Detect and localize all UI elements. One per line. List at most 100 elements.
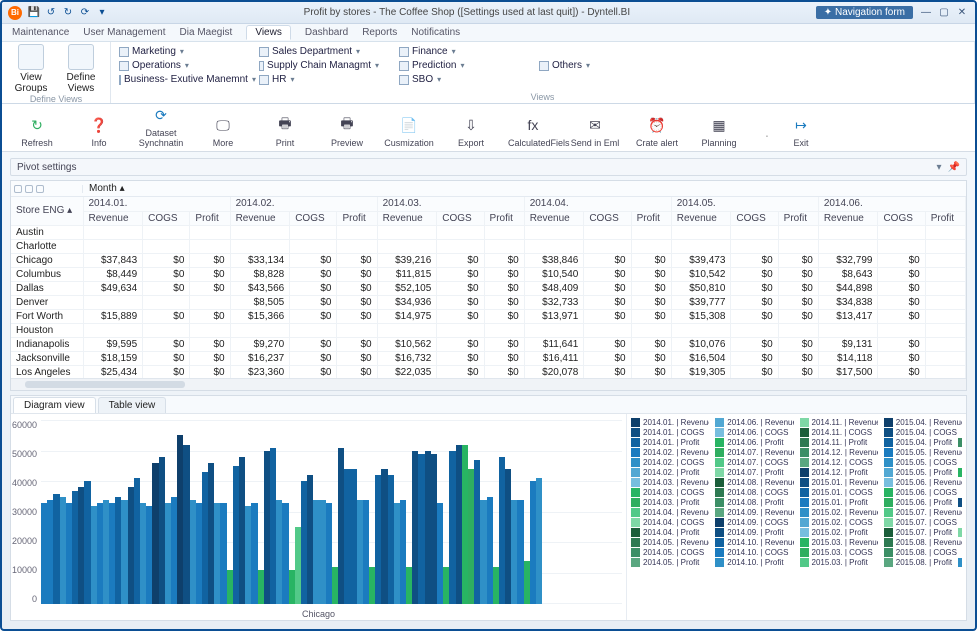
legend-item[interactable]: 2014.05. | Profit [631, 558, 709, 567]
table-row[interactable]: Fort Worth$15,889$0$0$15,366$0$0$14,975$… [11, 309, 966, 323]
sub-header-cogs[interactable]: COGS [731, 211, 778, 225]
table-row[interactable]: Jacksonville$18,159$0$0$16,237$0$0$16,73… [11, 351, 966, 365]
toolbar-crate-alert[interactable]: ⏰Crate alert [632, 114, 682, 148]
legend-item[interactable]: 2014.01. | COGS [631, 428, 709, 437]
legend-item[interactable]: 2014.11. | Profit [800, 438, 878, 447]
toolbar-send-in-eml[interactable]: ✉Send in Eml [570, 114, 620, 148]
navigation-form-button[interactable]: ✦ Navigation form [816, 6, 913, 19]
toolbar-preview[interactable]: 🖶Preview [322, 114, 372, 148]
legend-item[interactable]: 2015.05. | COGS201 [884, 458, 962, 467]
maximize-icon[interactable]: ▢ [937, 7, 951, 19]
legend-item[interactable]: 2014.04. | Profit [631, 528, 709, 537]
sub-header-revenue[interactable]: Revenue [230, 211, 290, 225]
chart-bar[interactable] [536, 478, 542, 604]
minimize-icon[interactable]: — [919, 7, 933, 19]
legend-item[interactable]: 2014.05. | Revenue [631, 538, 709, 547]
legend-item[interactable]: 2014.12. | COGS [800, 458, 878, 467]
legend-item[interactable]: 2014.04. | Revenue [631, 508, 709, 517]
sub-header-profit[interactable]: Profit [778, 211, 818, 225]
toolbar-more[interactable]: 🖵More [198, 114, 248, 148]
qat-redo-icon[interactable]: ↻ [62, 7, 74, 19]
legend-item[interactable]: 2015.07. | Revenue201 [884, 508, 962, 517]
toolbar-print[interactable]: 🖶Print [260, 114, 310, 148]
table-row[interactable]: Dallas$49,634$0$0$43,566$0$0$52,105$0$0$… [11, 281, 966, 295]
filter-dot[interactable] [25, 185, 33, 193]
table-row[interactable]: Denver$8,505$0$0$34,936$0$0$32,733$0$0$3… [11, 295, 966, 309]
table-row[interactable]: Los Angeles$25,434$0$0$23,360$0$0$22,035… [11, 365, 966, 378]
legend-item[interactable]: 2014.06. | Revenue [715, 418, 793, 427]
legend-item[interactable]: 2014.08. | COGS [715, 488, 793, 497]
collapse-icon[interactable]: ▾ [937, 162, 942, 173]
table-row[interactable]: Houston [11, 323, 966, 337]
table-row[interactable]: Columbus$8,449$0$0$8,828$0$0$11,815$0$0$… [11, 267, 966, 281]
sub-header-revenue[interactable]: Revenue [524, 211, 584, 225]
legend-item[interactable]: 2014.10. | COGS [715, 548, 793, 557]
menu-tab-user-management[interactable]: User Management [83, 27, 165, 38]
legend-item[interactable]: 2015.03. | Profit [800, 558, 878, 567]
sub-header-cogs[interactable]: COGS [878, 211, 925, 225]
qat-undo-icon[interactable]: ↺ [45, 7, 57, 19]
legend-item[interactable]: 2014.07. | Revenue [715, 448, 793, 457]
legend-item[interactable]: 2014.10. | Revenue [715, 538, 793, 547]
legend-item[interactable]: 2014.07. | Profit [715, 468, 793, 477]
legend-item[interactable]: 2014.09. | Revenue [715, 508, 793, 517]
sub-header-cogs[interactable]: COGS [584, 211, 631, 225]
legend-item[interactable]: 2015.08. | Revenue201 [884, 538, 962, 547]
toolbar-exit[interactable]: ↦Exit [776, 114, 826, 148]
legend-item[interactable]: 2014.10. | Profit [715, 558, 793, 567]
sub-header-cogs[interactable]: COGS [437, 211, 484, 225]
legend-item[interactable]: 2015.07. | COGS201 [884, 518, 962, 527]
menu-tab-maintenance[interactable]: Maintenance [12, 27, 69, 38]
menu-tab-reports[interactable]: Reports [362, 27, 397, 38]
close-icon[interactable]: ✕ [955, 7, 969, 19]
menu-tab-dashbard[interactable]: Dashbard [305, 27, 348, 38]
pin-icon[interactable]: 📌 [948, 162, 960, 173]
ribbon-link-prediction[interactable]: Prediction▾ [399, 60, 519, 71]
legend-item[interactable]: 2014.02. | COGS [631, 458, 709, 467]
legend-item[interactable]: 2015.04. | Revenue201 [884, 418, 962, 427]
ribbon-link-marketing[interactable]: Marketing▾ [119, 46, 239, 57]
legend-item[interactable]: 2014.08. | Profit [715, 498, 793, 507]
month-col-header[interactable]: 2014.05. [671, 197, 818, 211]
define-views-button[interactable]: Define Views [60, 44, 102, 94]
legend-item[interactable]: 2015.02. | COGS [800, 518, 878, 527]
legend-item[interactable]: 2015.06. | Revenue201 [884, 478, 962, 487]
month-col-header[interactable]: 2014.06. [818, 197, 965, 211]
legend-item[interactable]: 2015.02. | Revenue [800, 508, 878, 517]
legend-item[interactable]: 2015.02. | Profit [800, 528, 878, 537]
qat-dropdown-icon[interactable]: ▾ [96, 7, 108, 19]
menu-tab-views[interactable]: Views [246, 25, 291, 40]
toolbar-dataset-synchnatin[interactable]: ⟳Dataset Synchnatin [136, 104, 186, 148]
month-col-header[interactable]: 2014.04. [524, 197, 671, 211]
legend-item[interactable]: 2014.02. | Profit [631, 468, 709, 477]
legend-item[interactable]: 2014.09. | Profit [715, 528, 793, 537]
qat-save-icon[interactable]: 💾 [28, 7, 40, 19]
legend-item[interactable]: 2015.01. | Profit [800, 498, 878, 507]
month-col-header[interactable]: 2014.03. [377, 197, 524, 211]
legend-item[interactable]: 2015.05. | Revenue201 [884, 448, 962, 457]
sub-header-cogs[interactable]: COGS [143, 211, 190, 225]
scrollbar-thumb[interactable] [25, 381, 185, 388]
qat-refresh-icon[interactable]: ⟳ [79, 7, 91, 19]
legend-item[interactable]: 2015.03. | COGS [800, 548, 878, 557]
legend-item[interactable]: 2014.11. | COGS [800, 428, 878, 437]
sub-header-revenue[interactable]: Revenue [83, 211, 143, 225]
tab-table-view[interactable]: Table view [98, 397, 167, 413]
toolbar-planning[interactable]: ▦Planning [694, 114, 744, 148]
ribbon-link-hr[interactable]: HR▾ [259, 74, 379, 85]
legend-item[interactable]: 2014.03. | COGS [631, 488, 709, 497]
legend-item[interactable]: 2014.06. | Profit [715, 438, 793, 447]
pivot-settings-header[interactable]: Pivot settings ▾📌 [10, 158, 967, 176]
sub-header-profit[interactable]: Profit [484, 211, 524, 225]
legend-item[interactable]: 2015.01. | COGS [800, 488, 878, 497]
legend-item[interactable]: 2015.04. | Profit201 [884, 438, 962, 447]
ribbon-link-sbo[interactable]: SBO▾ [399, 74, 519, 85]
legend-item[interactable]: 2014.01. | Revenue [631, 418, 709, 427]
sub-header-revenue[interactable]: Revenue [671, 211, 731, 225]
table-row[interactable]: Indianapolis$9,595$0$0$9,270$0$0$10,562$… [11, 337, 966, 351]
legend-item[interactable]: 2014.12. | Revenue [800, 448, 878, 457]
legend-item[interactable]: 2015.08. | COGS201 [884, 548, 962, 557]
toolbar-refresh[interactable]: ↻Refresh [12, 114, 62, 148]
menu-tab-dia-maegist[interactable]: Dia Maegist [180, 27, 233, 38]
legend-item[interactable]: 2014.12. | Profit [800, 468, 878, 477]
